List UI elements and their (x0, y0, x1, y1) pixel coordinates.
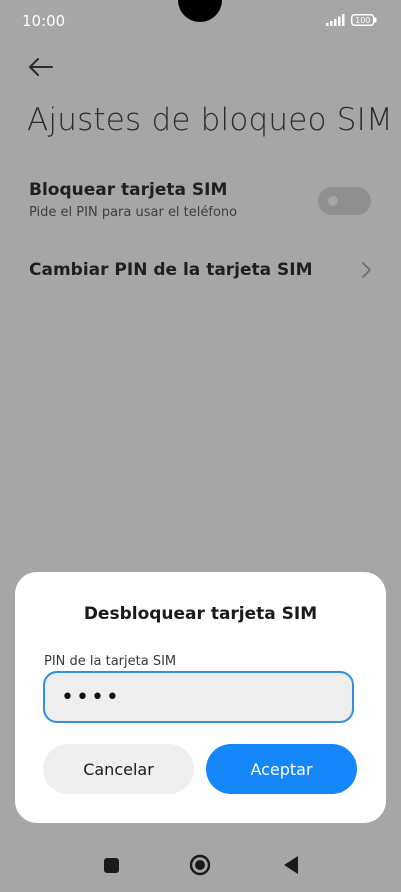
lock-sim-toggle[interactable] (318, 187, 371, 215)
dialog-title: Desbloquear tarjeta SIM (83, 604, 318, 624)
status-bar: 10:00 100 (0, 0, 401, 40)
battery-icon: 100 (351, 14, 377, 26)
nav-back-icon[interactable] (283, 855, 299, 875)
accept-button[interactable]: Aceptar (206, 744, 357, 794)
recent-apps-icon[interactable] (104, 858, 119, 873)
lock-sim-subtitle: Pide el PIN para usar el teléfono (29, 205, 238, 220)
change-pin-title: Cambiar PIN de la tarjeta SIM (29, 260, 313, 280)
home-icon[interactable] (189, 854, 211, 876)
chevron-right-icon (362, 262, 371, 278)
toggle-knob (328, 196, 338, 206)
battery-level: 100 (355, 16, 370, 25)
status-time: 10:00 (22, 12, 66, 30)
back-arrow-icon[interactable] (27, 55, 55, 79)
unlock-sim-dialog: Desbloquear tarjeta SIM PIN de la tarjet… (15, 572, 386, 823)
cancel-button[interactable]: Cancelar (43, 744, 194, 794)
signal-icon (326, 14, 345, 26)
pin-field-label: PIN de la tarjeta SIM (44, 654, 177, 669)
lock-sim-title: Bloquear tarjeta SIM (29, 180, 228, 200)
camera-notch (178, 0, 222, 22)
page-title: Ajustes de bloqueo SIM (27, 102, 393, 138)
pin-input[interactable] (43, 671, 354, 723)
